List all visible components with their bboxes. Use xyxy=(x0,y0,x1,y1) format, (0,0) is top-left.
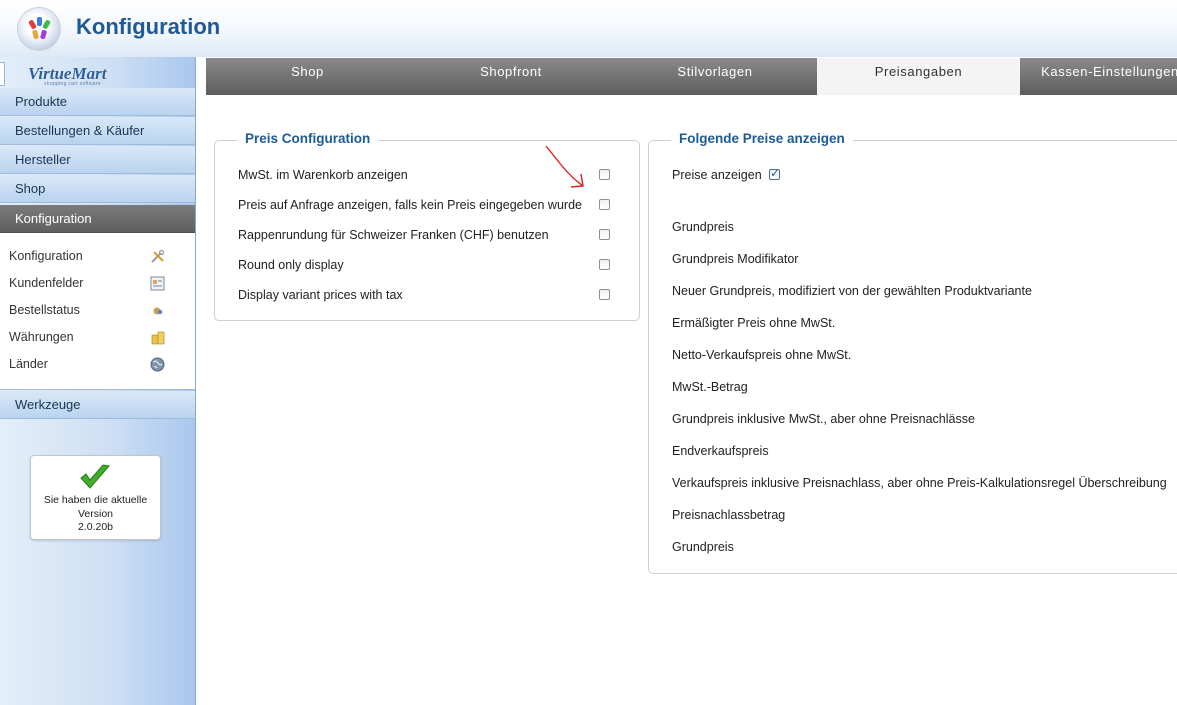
tab-kassen-einstellungen[interactable]: Kassen-Einstellungen xyxy=(1020,58,1177,95)
submenu-item-waehrungen[interactable]: Währungen xyxy=(0,324,195,351)
checkmark-icon xyxy=(80,464,110,489)
setting-label-mwst-warenkorb: MwSt. im Warenkorb anzeigen xyxy=(238,168,408,182)
globe-icon xyxy=(150,357,165,372)
brand-tagline: shopping cart software xyxy=(44,81,101,87)
sidebar-item-label: Hersteller xyxy=(15,152,71,167)
price-row: Grundpreis inklusive MwSt., aber ohne Pr… xyxy=(672,412,975,426)
setting-label-variant-prices-tax: Display variant prices with tax xyxy=(238,288,403,302)
submenu-item-label: Konfiguration xyxy=(9,249,83,263)
sidebar-item-shop[interactable]: Shop xyxy=(0,175,195,203)
version-number: 2.0.20b xyxy=(77,521,114,533)
price-row: Preisnachlassbetrag xyxy=(672,508,786,522)
sidebar-item-konfiguration[interactable]: Konfiguration xyxy=(0,205,195,233)
submenu-item-label: Länder xyxy=(9,357,48,371)
submenu-item-label: Kundenfelder xyxy=(9,276,84,290)
sidebar-toggle-handle[interactable] xyxy=(0,62,5,86)
tab-shop[interactable]: Shop xyxy=(206,58,409,95)
price-list: Grundpreis Grundpreis Modifikator Neuer … xyxy=(649,211,1177,561)
form-icon xyxy=(150,276,165,291)
submenu-item-bestellstatus[interactable]: Bestellstatus xyxy=(0,297,195,324)
panel-title: Preis Configuration xyxy=(237,131,379,146)
tab-preisangaben[interactable]: Preisangaben xyxy=(817,58,1020,95)
joomla-logo-icon[interactable] xyxy=(18,8,60,50)
config-tabs: Shop Shopfront Stilvorlagen Preisangaben… xyxy=(206,58,1177,95)
checkbox-variant-prices-tax[interactable] xyxy=(599,289,610,300)
sidebar-item-label: Produkte xyxy=(15,94,68,109)
sidebar-item-label: Werkzeuge xyxy=(15,397,81,412)
price-row: Verkaufspreis inklusive Preisnachlass, a… xyxy=(672,476,1167,490)
checkbox-preise-anzeigen[interactable] xyxy=(769,166,780,180)
setting-label-rappenrundung: Rappenrundung für Schweizer Franken (CHF… xyxy=(238,228,549,242)
version-status-box: Sie haben die aktuelle Version 2.0.20b xyxy=(30,455,161,540)
coins-icon xyxy=(151,331,165,345)
price-row: Endverkaufspreis xyxy=(672,444,769,458)
submenu-item-laender[interactable]: Länder xyxy=(0,351,195,378)
sidebar-item-werkzeuge[interactable]: Werkzeuge xyxy=(0,391,195,419)
price-row: Grundpreis Modifikator xyxy=(672,252,799,266)
sidebar: VirtueMart shopping cart software Produk… xyxy=(0,57,196,705)
checkbox-preis-auf-anfrage[interactable] xyxy=(599,199,610,210)
price-row: Neuer Grundpreis, modifiziert von der ge… xyxy=(672,284,1032,298)
page-title: Konfiguration xyxy=(76,14,221,39)
version-text-line1: Sie haben die aktuelle xyxy=(43,494,148,506)
price-row: Grundpreis xyxy=(672,540,734,554)
sidebar-submenu: Konfiguration Kundenfelder Bestellstatus… xyxy=(0,233,195,390)
tab-shopfront[interactable]: Shopfront xyxy=(409,58,613,95)
checkbox-round-only-display[interactable] xyxy=(599,259,610,270)
price-row: Ermäßigter Preis ohne MwSt. xyxy=(672,316,836,330)
checkbox-rappenrundung[interactable] xyxy=(599,229,610,240)
tools-icon xyxy=(151,249,165,263)
submenu-item-konfiguration[interactable]: Konfiguration xyxy=(0,243,195,270)
app-header: Konfiguration xyxy=(0,0,1177,57)
price-row: MwSt.-Betrag xyxy=(672,380,748,394)
submenu-item-label: Währungen xyxy=(9,330,74,344)
checkbox-mwst-warenkorb[interactable] xyxy=(599,169,610,180)
setting-label-round-only-display: Round only display xyxy=(238,258,344,272)
submenu-item-kundenfelder[interactable]: Kundenfelder xyxy=(0,270,195,297)
panel-title: Folgende Preise anzeigen xyxy=(671,131,853,146)
submenu-item-label: Bestellstatus xyxy=(9,303,80,317)
setting-label-preis-auf-anfrage: Preis auf Anfrage anzeigen, falls kein P… xyxy=(238,198,582,212)
setting-label-preise-anzeigen: Preise anzeigen xyxy=(672,168,762,182)
price-row: Grundpreis xyxy=(672,220,734,234)
sidebar-item-label: Bestellungen & Käufer xyxy=(15,123,145,138)
virtuemart-logo[interactable]: VirtueMart shopping cart software xyxy=(0,57,195,87)
annotation-arrow-icon xyxy=(545,145,584,188)
sidebar-item-hersteller[interactable]: Hersteller xyxy=(0,146,195,174)
price-row: Netto-Verkaufspreis ohne MwSt. xyxy=(672,348,852,362)
sidebar-item-bestellungen[interactable]: Bestellungen & Käufer xyxy=(0,117,195,145)
tab-stilvorlagen[interactable]: Stilvorlagen xyxy=(613,58,817,95)
folgende-preise-panel: Folgende Preise anzeigen Preise anzeigen… xyxy=(648,131,1177,574)
sidebar-item-label: Konfiguration xyxy=(15,211,92,226)
version-text-line2: Version xyxy=(77,508,114,520)
sidebar-item-produkte[interactable]: Produkte xyxy=(0,88,195,116)
status-icon xyxy=(153,307,163,315)
sidebar-item-label: Shop xyxy=(15,181,46,196)
